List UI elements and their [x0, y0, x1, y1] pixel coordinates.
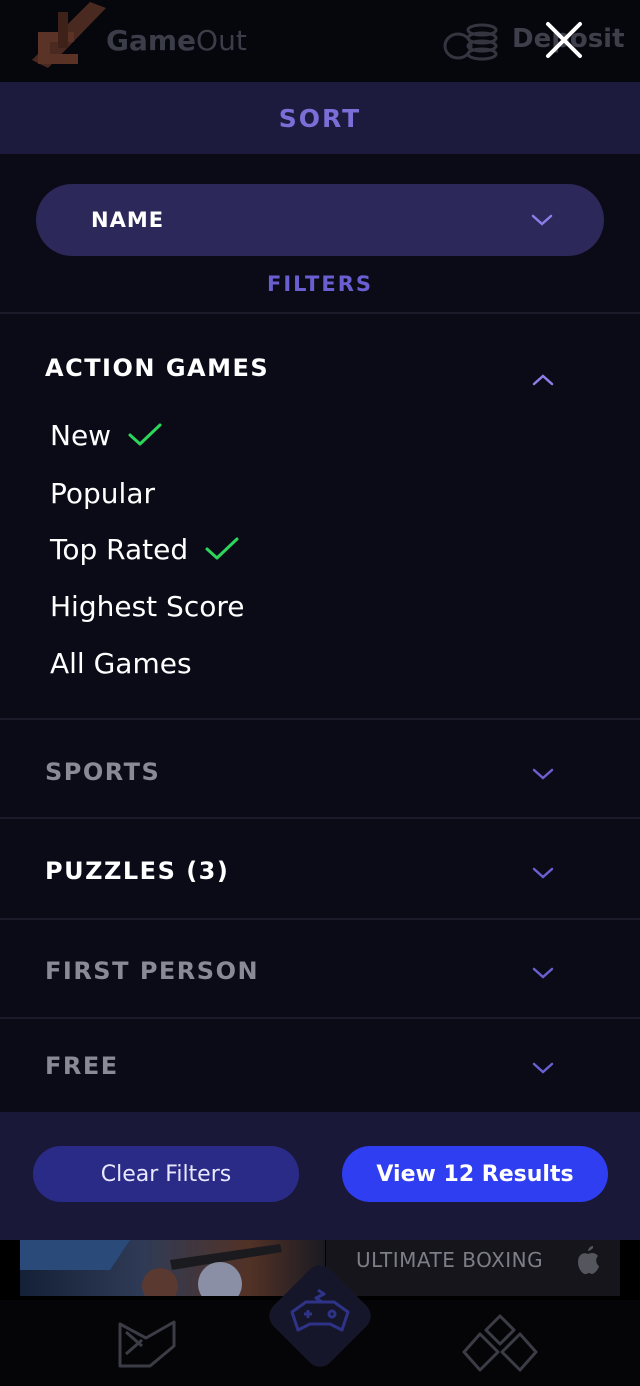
option-label: Highest Score [50, 589, 245, 623]
filter-panel: NAME FILTERS ACTION GAMES New Popular To… [0, 154, 640, 1112]
close-icon[interactable] [540, 16, 588, 64]
divider [0, 312, 640, 314]
diamond-icon[interactable] [462, 1312, 538, 1374]
filter-option-top-rated[interactable]: Top Rated [44, 526, 240, 572]
app-header: GameOut Deposit [0, 0, 640, 82]
filter-section-action-games[interactable]: ACTION GAMES [0, 338, 640, 398]
filter-option-new[interactable]: New [44, 412, 163, 458]
divider [0, 1017, 640, 1019]
checkmark-icon [205, 537, 239, 560]
section-label: PUZZLES (3) [45, 857, 230, 885]
chevron-up-icon [532, 374, 554, 386]
chevron-down-icon [532, 967, 554, 979]
gamepad-icon[interactable] [262, 1258, 378, 1374]
filter-section-sports[interactable]: SPORTS [0, 742, 640, 802]
clear-filters-button[interactable]: Clear Filters [33, 1146, 299, 1202]
app-name: GameOut [106, 24, 247, 57]
option-label: All Games [50, 646, 192, 680]
filter-section-puzzles[interactable]: PUZZLES (3) [0, 841, 640, 901]
section-label: FREE [45, 1052, 119, 1080]
apple-icon [578, 1246, 599, 1275]
chevron-down-icon [532, 867, 554, 879]
option-label: Popular [50, 476, 155, 510]
filters-title: FILTERS [266, 272, 374, 296]
gameout-logo-icon [32, 2, 106, 68]
sort-title: SORT [278, 103, 362, 133]
filter-section-first-person[interactable]: FIRST PERSON [0, 941, 640, 1001]
filter-option-highest-score[interactable]: Highest Score [44, 583, 244, 629]
coins-icon [443, 23, 498, 61]
filter-option-popular[interactable]: Popular [44, 470, 155, 516]
chevron-down-icon [531, 214, 553, 226]
game-title: ULTIMATE BOXING [356, 1248, 544, 1272]
divider [0, 718, 640, 720]
chevron-down-icon [532, 1062, 554, 1074]
bottom-nav [0, 1265, 640, 1386]
sort-selected-value: NAME [91, 208, 165, 232]
sort-dropdown[interactable]: NAME [36, 184, 604, 256]
option-label: Top Rated [50, 532, 189, 566]
section-label: ACTION GAMES [45, 354, 270, 382]
option-label: New [50, 418, 112, 452]
divider [0, 817, 640, 819]
divider [0, 918, 640, 920]
section-label: SPORTS [45, 758, 161, 786]
chevron-down-icon [532, 768, 554, 780]
section-label: FIRST PERSON [45, 957, 260, 985]
filter-section-free[interactable]: FREE [0, 1036, 640, 1096]
filter-actions: Clear Filters View 12 Results [0, 1112, 640, 1240]
checkmark-icon [128, 423, 162, 446]
filter-option-all-games[interactable]: All Games [44, 640, 192, 686]
library-icon[interactable] [116, 1316, 178, 1372]
sort-header: SORT [0, 82, 640, 154]
view-results-button[interactable]: View 12 Results [342, 1146, 608, 1202]
